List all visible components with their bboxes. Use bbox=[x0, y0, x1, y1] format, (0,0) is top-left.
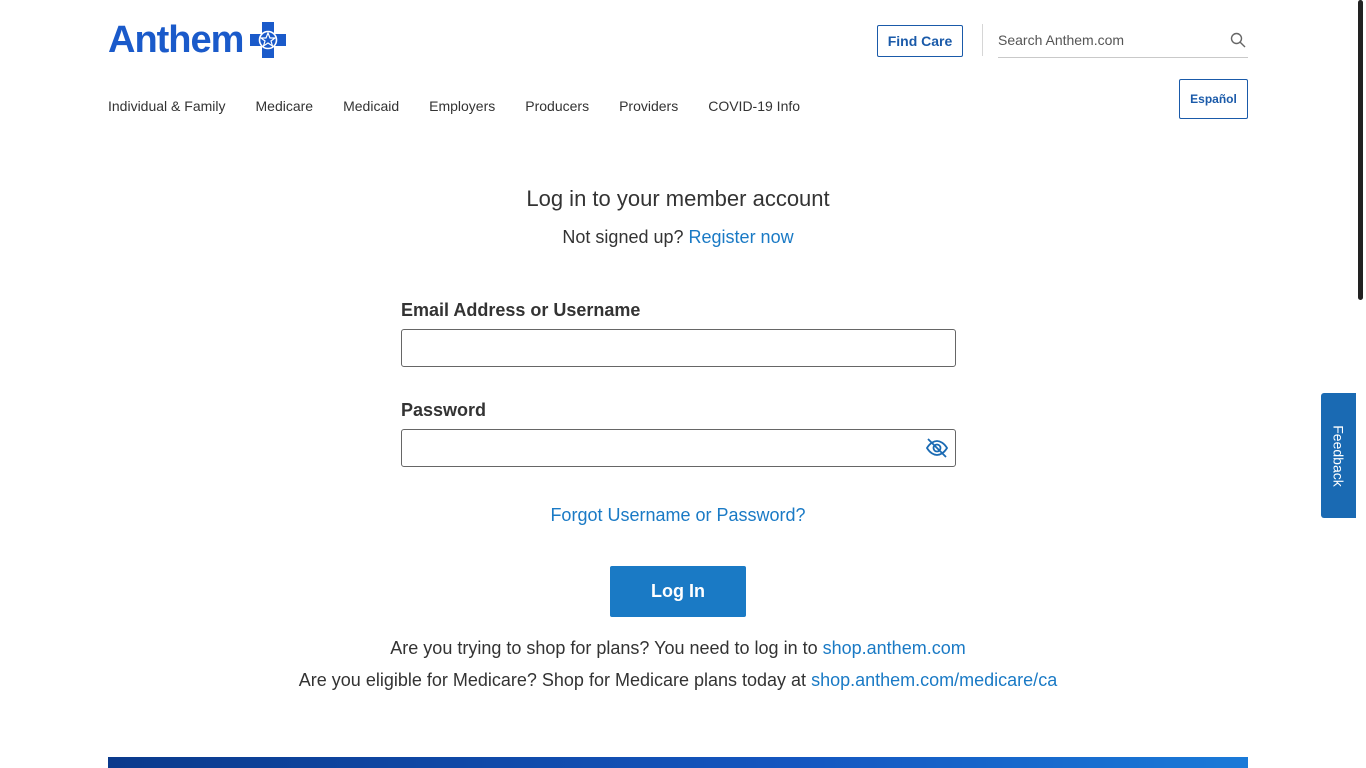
signup-line: Not signed up? Register now bbox=[0, 225, 1356, 249]
find-care-button[interactable]: Find Care bbox=[877, 25, 963, 57]
password-label: Password bbox=[401, 400, 487, 420]
login-title: Log in to your member account bbox=[526, 186, 830, 211]
medicare-shop-line: Are you eligible for Medicare? Shop for … bbox=[0, 668, 1356, 692]
medicare-shop-text: Are you eligible for Medicare? Shop for … bbox=[298, 670, 807, 690]
main-nav: Individual & Family Medicare Medicaid Em… bbox=[108, 96, 830, 116]
scrollbar-thumb[interactable] bbox=[1358, 0, 1363, 300]
shop-anthem-link[interactable]: shop.anthem.com bbox=[823, 638, 966, 658]
shop-plans-text: Are you trying to shop for plans? You ne… bbox=[390, 638, 818, 658]
espanol-language-button[interactable]: Español bbox=[1179, 79, 1248, 119]
not-signed-up-text: Not signed up? bbox=[562, 227, 684, 247]
nav-item-producers[interactable]: Producers bbox=[525, 96, 589, 116]
header-divider bbox=[982, 24, 983, 56]
page: Anthem Find Care Individual & Family Med… bbox=[0, 0, 1366, 768]
search-input[interactable] bbox=[998, 24, 1218, 56]
nav-item-medicaid[interactable]: Medicaid bbox=[343, 96, 399, 116]
email-username-input[interactable] bbox=[401, 329, 956, 367]
password-input[interactable] bbox=[401, 429, 956, 467]
log-in-button[interactable]: Log In bbox=[610, 566, 746, 617]
search-box bbox=[998, 24, 1248, 58]
nav-item-individual-family[interactable]: Individual & Family bbox=[108, 96, 226, 116]
feedback-label: Feedback bbox=[1330, 424, 1347, 487]
email-label: Email Address or Username bbox=[401, 300, 641, 320]
shop-medicare-link[interactable]: shop.anthem.com/medicare/ca bbox=[811, 670, 1057, 690]
nav-item-covid-19-info[interactable]: COVID-19 Info bbox=[708, 96, 800, 116]
nav-item-employers[interactable]: Employers bbox=[429, 96, 495, 116]
search-icon[interactable] bbox=[1230, 32, 1246, 48]
forgot-wrapper: Forgot Username or Password? bbox=[0, 503, 1356, 527]
show-password-eye-slash-icon[interactable] bbox=[925, 437, 949, 459]
forgot-username-password-link[interactable]: Forgot Username or Password? bbox=[550, 505, 805, 525]
logo-text: Anthem bbox=[108, 19, 244, 61]
footer-gradient-bar bbox=[108, 757, 1248, 768]
blue-cross-shield-icon bbox=[250, 22, 287, 58]
anthem-logo[interactable]: Anthem bbox=[108, 18, 287, 62]
register-now-link[interactable]: Register now bbox=[689, 227, 794, 247]
nav-item-medicare[interactable]: Medicare bbox=[256, 96, 314, 116]
shop-plans-line: Are you trying to shop for plans? You ne… bbox=[0, 636, 1356, 660]
nav-item-providers[interactable]: Providers bbox=[619, 96, 678, 116]
feedback-tab[interactable]: Feedback bbox=[1321, 393, 1356, 518]
